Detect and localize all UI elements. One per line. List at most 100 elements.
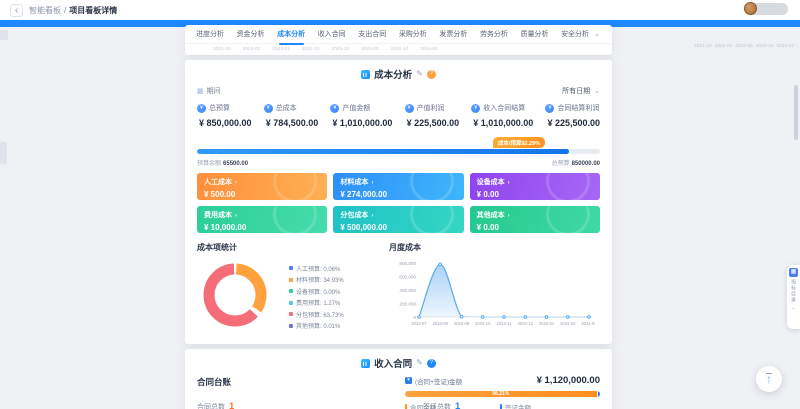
legend-dot [289,324,293,328]
kpi-value: ¥ 850,000.00 [197,118,252,128]
cost-card-label: 人工成本› [204,177,320,187]
cost-card-其他成本[interactable]: 其他成本›¥ 0.00 [470,206,600,233]
ghost-date: 2021-10 [213,47,231,52]
legend-text: 分包预算: 63.73% [296,310,344,319]
contract-count-label: 合同总数 [197,402,225,409]
kpi-label: 产值利润 [417,103,445,113]
cost-card-grid: 人工成本› ¥ 500.00 材料成本›¥ 274,000.00 设备成本›¥ 0.0… [197,173,600,233]
income-bar-visa-fill [598,391,601,397]
drawer-label: 指标目录 [790,279,797,303]
cost-card-人工成本[interactable]: 人工成本› ¥ 500.00 [197,173,327,200]
legend-dot [289,278,293,282]
tab-质量分析[interactable]: 质量分析 [520,24,550,45]
chevron-down-icon: ⌄ [594,88,600,95]
analysis-tab-bar: 进度分析资金分析成本分析收入合同支出合同采购分析发票分析劳务分析质量分析安全分析… [185,25,612,44]
cost-card-label: 其他成本› [477,210,593,220]
kpi-value: ¥ 1,010,000.00 [330,118,392,128]
back-button[interactable]: ‹ [10,4,23,17]
legend-text: 材料预算: 34.93% [296,275,344,284]
cost-card-value: ¥ 10,000.00 [204,223,320,232]
side-drawer-handle[interactable]: ▦ 指标目录 ⌄ [787,265,800,329]
income-section-header: 收入合同 ✎ ? [197,355,600,371]
cost-card-费用成本[interactable]: 费用成本› ¥ 10,000.00 [197,206,327,233]
income-body: 合同台账 合同总数 1 签证总数 1 ¥ (合同+签证)金额 ¥ 1,120,0… [197,375,600,409]
svg-text:2024-03: 2024-03 [581,321,595,326]
scrollbar-thumb[interactable] [794,85,798,140]
legend-text: 人工预算: 0.06% [296,264,340,273]
income-bar-percent-label: 98.21% [405,391,597,397]
tab-进度分析[interactable]: 进度分析 [195,24,225,45]
legend-text: 其他预算: 0.01% [296,321,340,330]
chevron-down-icon: ⌄ [791,305,795,311]
ghost-date: 2022-02 [243,47,261,52]
tab-收入合同[interactable]: 收入合同 [317,24,347,45]
cost-card-label: 材料成本› [340,177,456,187]
legend-dot [289,301,293,305]
visa-count-value[interactable]: 1 [455,401,460,409]
contract-count-stat: 合同总数 1 [197,401,234,409]
tab-采购分析[interactable]: 采购分析 [398,24,428,45]
cost-item-stats-block: 成本项统计 人工预算: 0.06%材料预算: 34.93%设备预算: 0.00%… [197,242,389,336]
kpi-value: ¥ 784,500.00 [264,118,319,128]
ghost-date: 2022-02 [715,44,733,49]
dashboard-panel: 进度分析资金分析成本分析收入合同支出合同采购分析发票分析劳务分析质量分析安全分析… [185,25,612,409]
blue-marker [500,404,502,409]
help-icon[interactable]: ? [427,359,436,368]
kpi-总成本: ¥总成本¥ 784,500.00 [264,103,319,128]
visa-amount-label: 签证金额 [505,402,531,409]
income-bar-contract-fill: 98.21% [405,391,597,397]
legend-item-人工预算: 人工预算: 0.06% [289,264,344,273]
arrow-right-icon: › [371,213,373,219]
legend-dot [289,312,293,316]
cost-card-设备成本[interactable]: 设备成本›¥ 0.00 [470,173,600,200]
edit-icon[interactable]: ✎ [416,359,423,367]
tab-安全分析[interactable]: 安全分析 [560,24,590,45]
svg-text:2023-08: 2023-08 [433,321,449,326]
tabs-collapse-icon[interactable]: ⌄ [592,30,602,38]
svg-text:2023-11: 2023-11 [496,321,512,326]
ghost-date: 2022-10 [302,47,320,52]
budget-labels: 预算余额65500.00 总预算850000.00 [197,158,600,167]
breadcrumb-root[interactable]: 智能看板 [29,5,61,16]
budget-progress: 成本/预算92.29% 预算余额65500.00 总预算850000.00 [197,137,600,167]
cost-analysis-card: 成本分析 ✎ ? ▦ 期间 所有日期 ⌄ ¥总预算¥ 850,000.00¥总成… [185,60,612,344]
analysis-tabs-card: 进度分析资金分析成本分析收入合同支出合同采购分析发票分析劳务分析质量分析安全分析… [185,25,612,55]
breadcrumb-current: 项目看板详情 [69,5,117,16]
cost-card-value: ¥ 500.00 [204,190,320,199]
cost-card-材料成本[interactable]: 材料成本›¥ 274,000.00 [333,173,463,200]
top-header: ‹ 智能看板 / 项目看板详情 [0,0,800,20]
ghost-date: 2023-08 [361,47,379,52]
contract-count-value[interactable]: 1 [229,401,234,409]
ghost-date: 2023-02 [776,44,794,49]
tab-资金分析[interactable]: 资金分析 [236,24,266,45]
chart-icon [361,359,370,368]
edit-icon[interactable]: ✎ [416,70,423,78]
tab-支出合同[interactable]: 支出合同 [357,24,387,45]
kpi-总预算: ¥总预算¥ 850,000.00 [197,103,252,128]
user-menu[interactable] [746,3,788,15]
income-bar-track: 98.21% [405,391,600,397]
date-range-value: 所有日期 [562,88,590,95]
back-to-top-button[interactable]: ↑ [756,366,782,392]
yuan-coin-icon: ¥ [545,104,554,113]
kpi-合同结算利润: ¥合同结算利润¥ 225,500.00 [545,103,600,128]
monthly-cost-area-chart: 800,000600,000400,000200,00002023-072023… [389,255,595,331]
help-icon[interactable]: ? [427,70,436,79]
ledger-title: 合同台账 [197,376,231,388]
date-range-select[interactable]: 所有日期 ⌄ [562,86,600,96]
tab-发票分析[interactable]: 发票分析 [438,24,468,45]
tab-成本分析[interactable]: 成本分析 [276,24,306,45]
avatar[interactable] [744,2,757,15]
cost-card-label: 费用成本› [204,210,320,220]
arrow-right-icon: › [371,180,373,186]
arrow-right-icon: › [508,213,510,219]
ghost-date: 2022-08 [735,44,753,49]
total-amount-value: ¥ 1,120,000.00 [537,375,600,386]
kpi-row: ¥总预算¥ 850,000.00¥总成本¥ 784,500.00¥产值金额¥ 1… [197,103,600,128]
cost-card-分包成本[interactable]: 分包成本›¥ 500,000.00 [333,206,463,233]
calendar-icon: ▦ [197,87,204,95]
budget-total: 总预算850000.00 [552,158,600,167]
kpi-value: ¥ 225,500.00 [545,118,600,128]
monthly-cost-block: 月度成本 800,000600,000400,000200,00002023-0… [389,242,600,336]
tab-劳务分析[interactable]: 劳务分析 [479,24,509,45]
